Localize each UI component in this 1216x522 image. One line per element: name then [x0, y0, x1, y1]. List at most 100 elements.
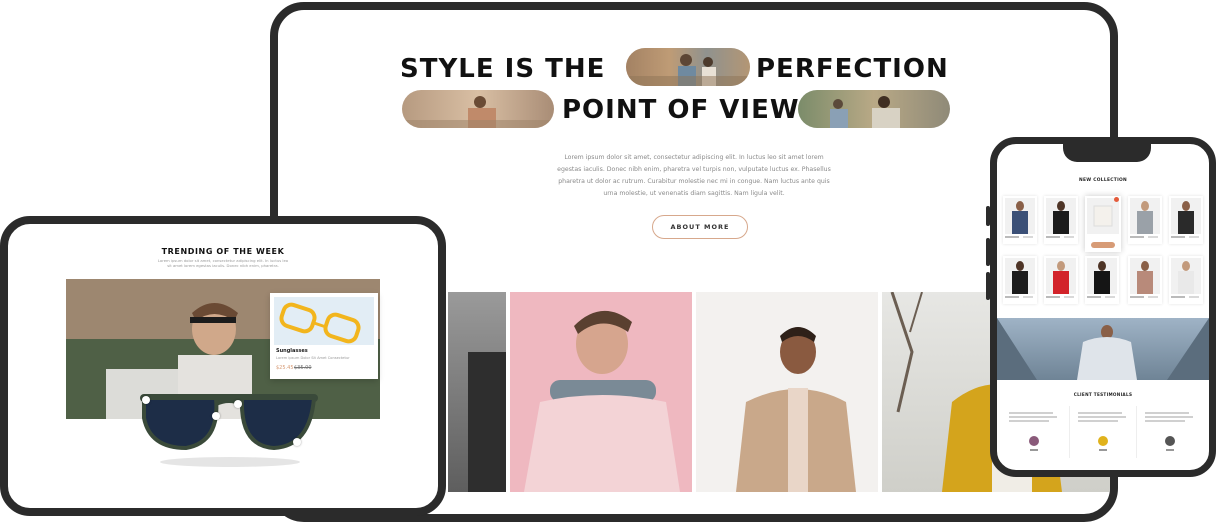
product-tile[interactable] [1044, 256, 1078, 304]
tile-caption [1046, 296, 1060, 298]
sunglasses-graphic [140, 394, 318, 467]
product-price: $25.45 [276, 365, 294, 371]
tile-caption [1005, 236, 1019, 238]
product-tile[interactable] [1003, 196, 1037, 244]
tile-price [1148, 236, 1158, 238]
testimonial-text-line [1145, 420, 1185, 422]
testimonial-text-line [1009, 416, 1057, 418]
hero-paragraph-line: urna molestie, ut venenatis diam sagitti… [603, 190, 785, 197]
product-tile[interactable] [1003, 256, 1037, 304]
product-tile[interactable] [1128, 256, 1162, 304]
product-tile[interactable] [1044, 196, 1078, 244]
testimonial-text-line [1009, 420, 1049, 422]
hero-image-pill-3 [798, 90, 950, 128]
testimonial-text-line [1009, 412, 1053, 414]
hero-heading-part-1: STYLE IS THE [400, 54, 606, 84]
trending-title: TRENDING OF THE WEEK [161, 247, 285, 256]
product-tile-image [1005, 198, 1035, 234]
product-tile[interactable] [1169, 196, 1203, 244]
hero-paragraph-line: Lorem ipsum dolor sit amet, consectetur … [564, 154, 824, 161]
hotspot-dot[interactable] [234, 400, 242, 408]
testimonial-name [1166, 449, 1174, 451]
product-old-price: $35.00 [294, 365, 312, 371]
hotspot-dot[interactable] [212, 412, 220, 420]
tile-caption [1130, 236, 1144, 238]
product-tile-image [1130, 198, 1160, 234]
hero-image-pill-2 [402, 90, 554, 128]
product-tile[interactable] [1169, 256, 1203, 304]
product-tile-image [1130, 258, 1160, 294]
phone-notch [1063, 144, 1151, 162]
product-tile-image [1005, 258, 1035, 294]
hero-paragraph-line: egestas iaculis. Donec nibh enim, pharet… [557, 166, 831, 173]
product-image [274, 297, 374, 345]
yellow-glasses-image [279, 302, 361, 344]
phone-banner-image [997, 318, 1209, 380]
trending-subtitle-line: sit amet lorem egestas iaculis. Donec ni… [167, 263, 279, 268]
testimonial-text-line [1145, 416, 1193, 418]
tile-price [1023, 236, 1033, 238]
testimonial-avatar [1165, 436, 1175, 446]
tile-price [1189, 296, 1199, 298]
testimonials-title: CLIENT TESTIMONIALS [1073, 392, 1133, 397]
tablet-mockup: TRENDING OF THE WEEK Lorem ipsum dolor s… [0, 216, 446, 516]
testimonial-name [1030, 449, 1038, 451]
tile-price [1105, 296, 1115, 298]
testimonial-name [1099, 449, 1107, 451]
testimonial-text-line [1145, 412, 1189, 414]
hero-pill-photo-3 [830, 96, 900, 128]
product-tile-image [1046, 258, 1076, 294]
tile-price [1148, 296, 1158, 298]
hero-pill-photo-2 [402, 96, 554, 128]
testimonial-avatar [1098, 436, 1108, 446]
hero-paragraph: Lorem ipsum dolor sit amet, consectetur … [278, 152, 1110, 200]
product-tile-image [1087, 198, 1119, 234]
model-photo-3 [696, 292, 878, 492]
tile-price [1023, 296, 1033, 298]
hotspot-dot[interactable] [142, 396, 150, 404]
hero-paragraph-line: pharetra ut dolor ac rutrum. Curabitur m… [558, 178, 830, 185]
phone-mockup: NEW COLLECTION CLIENT TESTIMONIALS [990, 137, 1216, 477]
product-description: Lorem ipsum Dolor Sit Amet Consectetur [276, 356, 350, 360]
tile-caption [1171, 296, 1185, 298]
tile-caption [1087, 296, 1101, 298]
testimonial-card [1069, 406, 1137, 458]
hero-heading-line-2: POINT OF VIEW [562, 95, 800, 125]
hero-heading-part-2: PERFECTION [756, 54, 949, 84]
product-tile[interactable] [1085, 256, 1119, 304]
tile-price [1189, 236, 1199, 238]
testimonial-card [1137, 406, 1203, 458]
product-tile-image [1171, 258, 1201, 294]
tile-caption [1171, 236, 1185, 238]
product-name: Sunglasses [276, 348, 308, 354]
model-photo-1-image [468, 352, 506, 492]
tile-caption [1130, 296, 1144, 298]
product-tile-image [1087, 258, 1117, 294]
testimonial-avatar [1029, 436, 1039, 446]
product-tile-highlight[interactable] [1085, 196, 1121, 252]
trending-subtitle: Lorem ipsum dolor sit amet, consectetur … [8, 258, 438, 268]
tile-price [1064, 296, 1074, 298]
phone-banner-photo [997, 318, 1209, 380]
model-photo-2 [510, 292, 692, 492]
add-to-cart-button[interactable] [1091, 242, 1115, 248]
model-photo-2-image [524, 310, 680, 492]
testimonial-text-line [1078, 412, 1122, 414]
product-tile[interactable] [1128, 196, 1162, 244]
new-collection-title: NEW COLLECTION [1078, 178, 1128, 183]
testimonial-text-line [1078, 416, 1126, 418]
model-photo-3-image [736, 327, 856, 492]
hotspot-dot[interactable] [293, 438, 301, 446]
tile-caption [1046, 236, 1060, 238]
testimonial-text-line [1078, 420, 1118, 422]
tile-price [1064, 236, 1074, 238]
sale-badge [1114, 197, 1119, 202]
testimonial-card [1001, 406, 1067, 458]
product-tile-image [1046, 198, 1076, 234]
hero-image-pill [626, 48, 750, 86]
product-card[interactable]: Sunglasses Lorem ipsum Dolor Sit Amet Co… [270, 293, 378, 379]
model-photo-1 [448, 292, 506, 492]
tile-caption [1005, 296, 1019, 298]
about-more-button[interactable]: ABOUT MORE [652, 215, 748, 239]
product-tile-image [1171, 198, 1201, 234]
